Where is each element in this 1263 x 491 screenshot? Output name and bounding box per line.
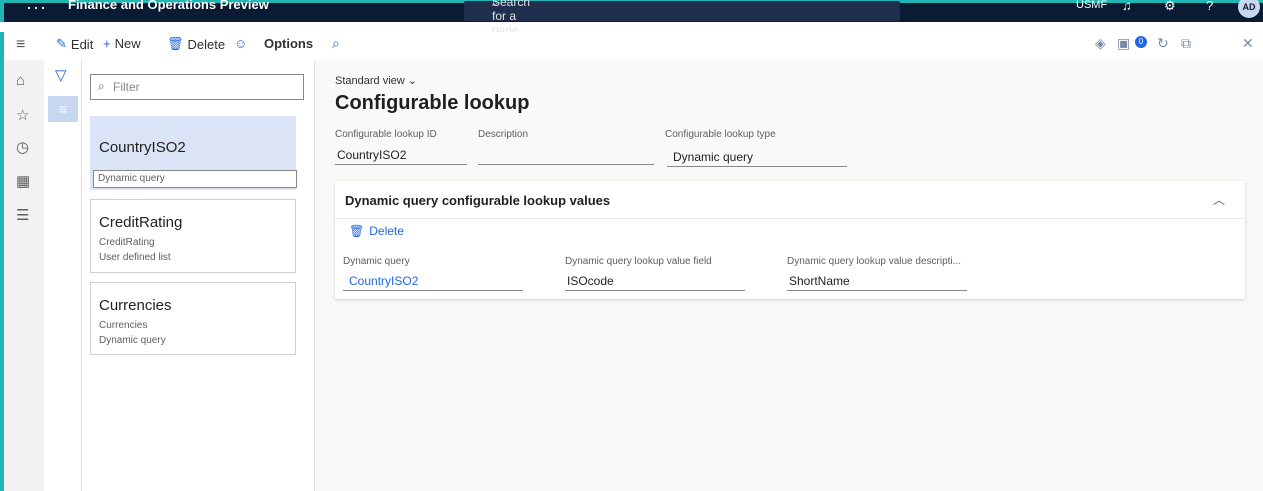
dynamic-query-values-fasttab: Dynamic query configurable lookup values… (335, 181, 1245, 299)
app-title: Finance and Operations Preview (68, 0, 269, 12)
filter-search-icon: ⌕ (98, 79, 105, 93)
fasttab-title[interactable]: Dynamic query configurable lookup values (345, 193, 610, 208)
filter-funnel-icon[interactable]: ▽ (55, 66, 67, 84)
filter-input[interactable] (113, 78, 299, 96)
page-title: Configurable lookup (335, 92, 530, 114)
list-pane: ▽ ≡ ⌕ CountryISO2 Dynamic query CreditRa… (44, 60, 315, 491)
value-field-field[interactable]: ISOcode (565, 271, 745, 291)
page-search-box[interactable]: ⌕ Search for a page (464, 0, 900, 37)
fasttab-delete-button[interactable]: 🗑 Delete (349, 224, 404, 238)
list-item-title: CountryISO2 (99, 139, 186, 156)
avatar[interactable]: AD (1238, 0, 1260, 18)
app-launcher-icon[interactable]: ··· (26, 0, 47, 18)
description-label: Description (478, 129, 529, 140)
lookup-type-label: Configurable lookup type (665, 129, 776, 140)
office-icon[interactable]: ▣ (1117, 35, 1130, 52)
navigation-bar: ⌂ ☆ ◷ ▦ ☰ (0, 60, 44, 491)
edit-button[interactable]: ✎ Edit (56, 36, 93, 52)
help-icon[interactable]: ? (1206, 0, 1213, 13)
value-field-label: Dynamic query lookup value field (565, 256, 712, 267)
list-item[interactable]: CountryISO2 Dynamic query (90, 116, 297, 190)
list-item-line: Dynamic query (99, 335, 166, 346)
view-selector[interactable]: Standard view ⌄ (335, 74, 417, 87)
chevron-up-icon[interactable]: ︿ (1213, 191, 1225, 208)
hamburger-menu-icon[interactable]: ≡ (16, 36, 25, 54)
lookup-id-field[interactable]: CountryISO2 (335, 145, 467, 165)
value-description-field[interactable]: ShortName (787, 271, 967, 291)
smiley-icon[interactable]: ☺ (234, 36, 247, 51)
delete-button[interactable]: 🗑 Delete (167, 36, 225, 52)
list-item[interactable]: Currencies Currencies Dynamic query (90, 282, 296, 355)
modules-list-icon[interactable]: ☰ (16, 206, 29, 224)
diamond-icon[interactable]: ◈ (1095, 35, 1106, 52)
refresh-icon[interactable]: ↻ (1157, 35, 1169, 52)
view-name: Standard view (335, 75, 405, 87)
list-view-icon[interactable]: ≡ (48, 96, 78, 122)
open-new-window-icon[interactable]: ⧉ (1181, 35, 1191, 52)
filter-field[interactable]: ⌕ (90, 74, 304, 100)
fasttab-divider (335, 218, 1245, 219)
trash-icon: 🗑 (349, 224, 365, 238)
dynamic-query-field[interactable]: CountryISO2 (343, 271, 523, 291)
description-field[interactable] (478, 145, 654, 165)
list-tools: ▽ ≡ (44, 60, 82, 491)
top-bar: ··· Finance and Operations Preview ⌕ Sea… (0, 0, 1263, 37)
list-item-edit-field[interactable]: Dynamic query (93, 170, 297, 188)
list-item-line: Currencies (99, 320, 148, 331)
details-pane: Standard view ⌄ Configurable lookup Conf… (315, 60, 1263, 491)
favorites-star-icon[interactable]: ☆ (16, 106, 29, 124)
dynamic-query-label: Dynamic query (343, 256, 410, 267)
close-icon[interactable]: ✕ (1242, 35, 1254, 52)
list-item-line: CreditRating (99, 237, 155, 248)
notification-badge[interactable]: 0 (1135, 36, 1147, 48)
list-item[interactable]: CreditRating CreditRating User defined l… (90, 199, 296, 273)
list-item-line: User defined list (99, 252, 171, 263)
action-search-icon[interactable]: ⌕ (332, 35, 340, 52)
options-tab[interactable]: Options (264, 36, 313, 51)
recent-clock-icon[interactable]: ◷ (16, 138, 29, 156)
bell-icon[interactable]: ♫ (1122, 0, 1132, 13)
workspaces-icon[interactable]: ▦ (16, 172, 30, 190)
value-description-label: Dynamic query lookup value descripti... (787, 256, 961, 267)
new-button[interactable]: + New (103, 36, 141, 51)
home-icon[interactable]: ⌂ (16, 72, 25, 89)
company-picker[interactable]: USMF (1076, 0, 1107, 11)
lookup-type-field[interactable]: Dynamic query (667, 147, 847, 167)
delete-button-label: Delete (187, 36, 226, 52)
lookup-id-label: Configurable lookup ID (335, 129, 437, 140)
edit-button-label: Edit (70, 36, 94, 52)
chevron-down-icon: ⌄ (407, 75, 417, 87)
new-button-label: New (114, 36, 141, 51)
plus-icon: + (103, 36, 111, 51)
list-item-title: Currencies (99, 297, 172, 314)
fasttab-delete-label: Delete (369, 224, 404, 238)
gear-icon[interactable]: ⚙ (1164, 0, 1176, 14)
pencil-icon: ✎ (56, 36, 67, 51)
trash-icon: 🗑 (167, 36, 184, 51)
list-item-title: CreditRating (99, 214, 183, 231)
action-pane: ≡ ✎ Edit + New 🗑 Delete ☺ Options ⌕ ◈ ▣ 0 ↻… (0, 32, 1263, 60)
